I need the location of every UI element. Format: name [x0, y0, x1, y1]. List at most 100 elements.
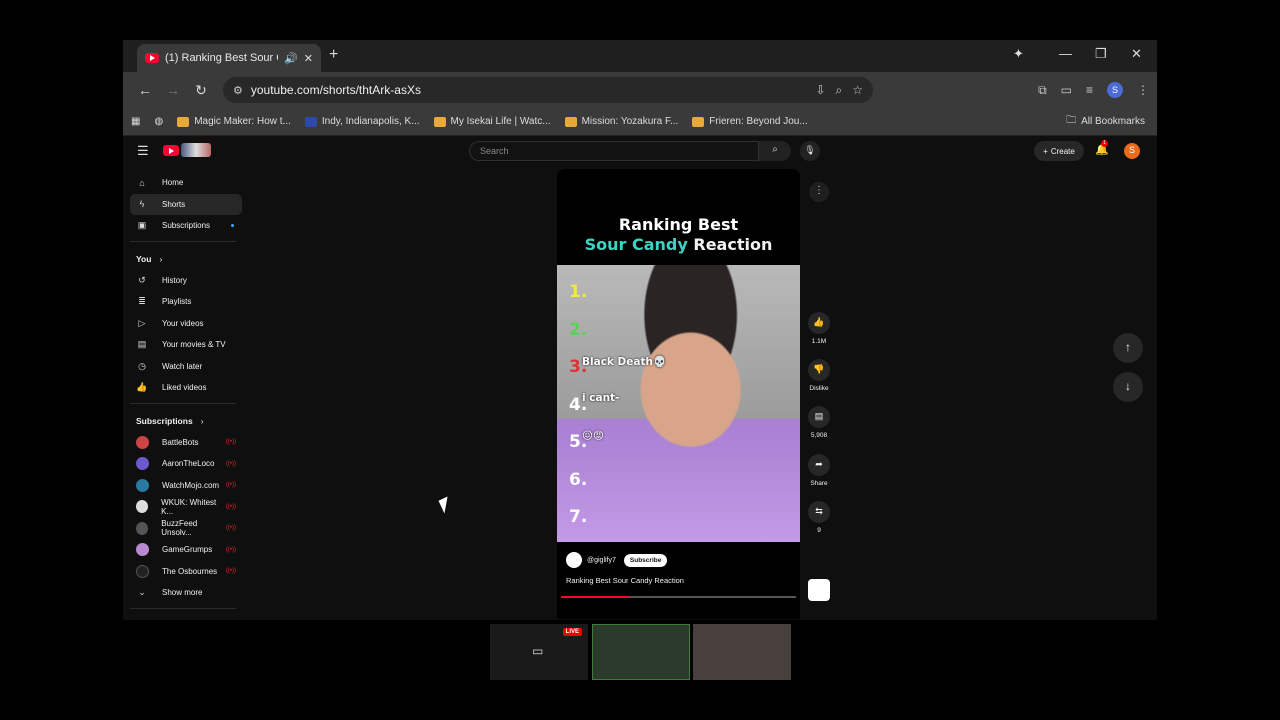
subscription-watchmojo[interactable]: WatchMojo.com ((•)) — [130, 475, 242, 497]
live-icon: ((•)) — [225, 503, 236, 510]
channel-avatar[interactable] — [566, 552, 582, 568]
site-info-icon[interactable]: ⚙ — [233, 84, 243, 97]
url-text: youtube.com/shorts/thtArk-asXs — [250, 83, 421, 97]
menu-kebab-icon[interactable]: ⋮ — [1137, 83, 1149, 97]
install-icon[interactable]: ⇩ — [815, 83, 825, 97]
you-section-header[interactable]: You › — [130, 248, 242, 270]
channel-handle[interactable]: @giglify7 — [587, 557, 616, 564]
movies-icon: ▤ — [137, 339, 147, 350]
subscribe-button[interactable]: Subscribe — [623, 553, 668, 567]
sidebar-item-liked-videos[interactable]: 👍 Liked videos — [130, 377, 242, 399]
progress-fill — [561, 596, 630, 598]
bookmark-4[interactable]: Mission: Yozakura F... — [564, 116, 678, 127]
preview-thumbnail-2[interactable] — [592, 624, 690, 680]
overlay-title-line1: Ranking Best — [618, 215, 739, 234]
zoom-icon[interactable]: ⌕ — [836, 83, 843, 98]
guide-sidebar: ⌂ Home ϟ Shorts ▣ Subscriptions You › ↺ Histo… — [130, 172, 242, 609]
close-tab-icon[interactable]: ✕ — [304, 52, 313, 65]
sidebar-item-playlists[interactable]: ≣ Playlists — [130, 291, 242, 313]
extensions-icon[interactable]: ⧉ — [1038, 83, 1047, 98]
youtube-favicon-icon — [145, 53, 159, 63]
bookmark-favicon-icon — [433, 116, 446, 127]
globe-icon[interactable]: ◍ — [154, 116, 163, 127]
sidebar-item-movies-tv[interactable]: ▤ Your movies & TV — [130, 334, 242, 356]
bookmark-favicon-icon — [692, 116, 705, 127]
tab-youtube[interactable]: (1) Ranking Best Sour Cand 🔊 ✕ — [137, 44, 321, 72]
speaker-icon[interactable]: 🔊 — [284, 52, 298, 65]
cast-icon[interactable]: ▭ — [1061, 83, 1072, 97]
subscription-wkuk[interactable]: WKUK: Whitest K... ((•)) — [130, 496, 242, 518]
sidebar-item-home[interactable]: ⌂ Home — [130, 172, 242, 194]
bookmark-favicon-icon — [304, 116, 317, 127]
previous-short-button[interactable]: ↑ — [1113, 333, 1143, 363]
apps-icon[interactable]: ▦ — [131, 116, 140, 127]
more-options-icon[interactable]: ⋮ — [809, 182, 829, 202]
forward-button[interactable]: → — [159, 82, 187, 98]
omnibox[interactable]: ⚙ youtube.com/shorts/thtArk-asXs ⇩ ⌕ ☆ — [223, 77, 873, 103]
dislike-button[interactable]: 👎 Dislike — [806, 359, 832, 392]
remix-button[interactable]: ⇆ 9 — [806, 501, 832, 534]
hamburger-menu-icon[interactable]: ☰ — [137, 143, 149, 159]
bookmark-5[interactable]: Frieren: Beyond Jou... — [692, 116, 808, 127]
next-short-button[interactable]: ↓ — [1113, 372, 1143, 402]
minimize-button[interactable]: — — [1059, 46, 1072, 61]
address-toolbar: ← → ↻ ⚙ youtube.com/shorts/thtArk-asXs ⇩… — [123, 72, 1157, 108]
subscription-battlebots[interactable]: BattleBots ((•)) — [130, 432, 242, 454]
comments-button[interactable]: ▤ 5,908 — [806, 406, 832, 439]
reload-button[interactable]: ↻ — [187, 82, 215, 99]
preview-thumbnail-3[interactable] — [693, 624, 791, 680]
notifications-bell-icon[interactable]: 🔔 1 — [1095, 140, 1109, 156]
rank-7: 7. — [569, 507, 588, 527]
like-button[interactable]: 👍 1.1M — [806, 312, 832, 345]
youtube-doodle-logo[interactable] — [181, 143, 211, 157]
chevron-right-icon: › — [200, 415, 204, 426]
bookmark-1[interactable]: Magic Maker: How t... — [177, 116, 291, 127]
overlay-title-line2: Sour Candy Reaction — [584, 235, 773, 254]
subscription-aarontheloco[interactable]: AaronTheLoco ((•)) — [130, 453, 242, 475]
sidebar-item-subscriptions[interactable]: ▣ Subscriptions — [130, 215, 242, 237]
search-input[interactable]: Search — [469, 141, 759, 161]
tab-title: (1) Ranking Best Sour Cand — [165, 52, 278, 64]
subscription-the-osbournes[interactable]: The Osbournes ((•)) — [130, 561, 242, 583]
short-description[interactable]: Ranking Best Sour Candy Reaction — [566, 576, 791, 585]
channel-avatar — [136, 435, 149, 449]
media-control-icon[interactable]: ≡ — [1086, 83, 1093, 97]
subscriptions-section-header[interactable]: Subscriptions › — [130, 410, 242, 432]
progress-bar[interactable] — [561, 596, 796, 598]
restore-button[interactable]: ❐ — [1095, 46, 1107, 62]
subscription-buzzfeed-unsolved[interactable]: BuzzFeed Unsolv... ((•)) — [130, 518, 242, 540]
search-button[interactable]: ⌕ — [759, 141, 791, 161]
bookmark-2[interactable]: Indy, Indianapolis, K... — [304, 116, 420, 127]
preview-thumbnail-1[interactable]: LIVE ▭ — [490, 624, 588, 680]
live-icon: ((•)) — [225, 460, 236, 467]
rank-6: 6. — [569, 470, 588, 490]
gemini-icon[interactable]: ✦ — [1013, 46, 1024, 62]
subscription-gamegrumps[interactable]: GameGrumps ((•)) — [130, 539, 242, 561]
live-icon: ((•)) — [225, 439, 236, 446]
show-more-button[interactable]: ⌄ Show more — [130, 582, 242, 604]
account-avatar[interactable]: S — [1124, 143, 1140, 159]
channel-avatar — [136, 521, 149, 535]
shorts-player[interactable]: Ranking Best Sour Candy Reaction 1. 2. 3… — [557, 169, 800, 619]
caption-rank-4: i cant- — [582, 392, 620, 404]
profile-avatar[interactable]: S — [1107, 82, 1123, 98]
thumbs-up-icon: 👍 — [136, 382, 148, 393]
all-bookmarks[interactable]: 🗀 All Bookmarks — [1066, 113, 1145, 130]
home-icon: ⌂ — [139, 177, 145, 188]
back-button[interactable]: ← — [131, 82, 159, 98]
sidebar-item-shorts[interactable]: ϟ Shorts — [130, 193, 242, 215]
sound-channel-thumbnail[interactable] — [808, 579, 830, 601]
sidebar-item-your-videos[interactable]: ▷ Your videos — [130, 313, 242, 335]
bookmark-3[interactable]: My Isekai Life | Watc... — [433, 116, 551, 127]
bookmark-star-icon[interactable]: ☆ — [852, 83, 863, 97]
new-tab-button[interactable]: + — [329, 46, 338, 64]
share-button[interactable]: ➦ Share — [806, 454, 832, 487]
close-window-button[interactable]: ✕ — [1131, 46, 1142, 62]
divider — [130, 402, 236, 404]
sidebar-item-history[interactable]: ↺ History — [130, 270, 242, 292]
sidebar-item-watch-later[interactable]: ◷ Watch later — [130, 356, 242, 378]
create-button[interactable]: + Create — [1034, 141, 1084, 161]
youtube-logo-icon[interactable] — [163, 145, 179, 156]
share-arrow-icon: ➦ — [808, 454, 830, 476]
voice-search-icon[interactable]: 🎙 — [800, 141, 820, 161]
